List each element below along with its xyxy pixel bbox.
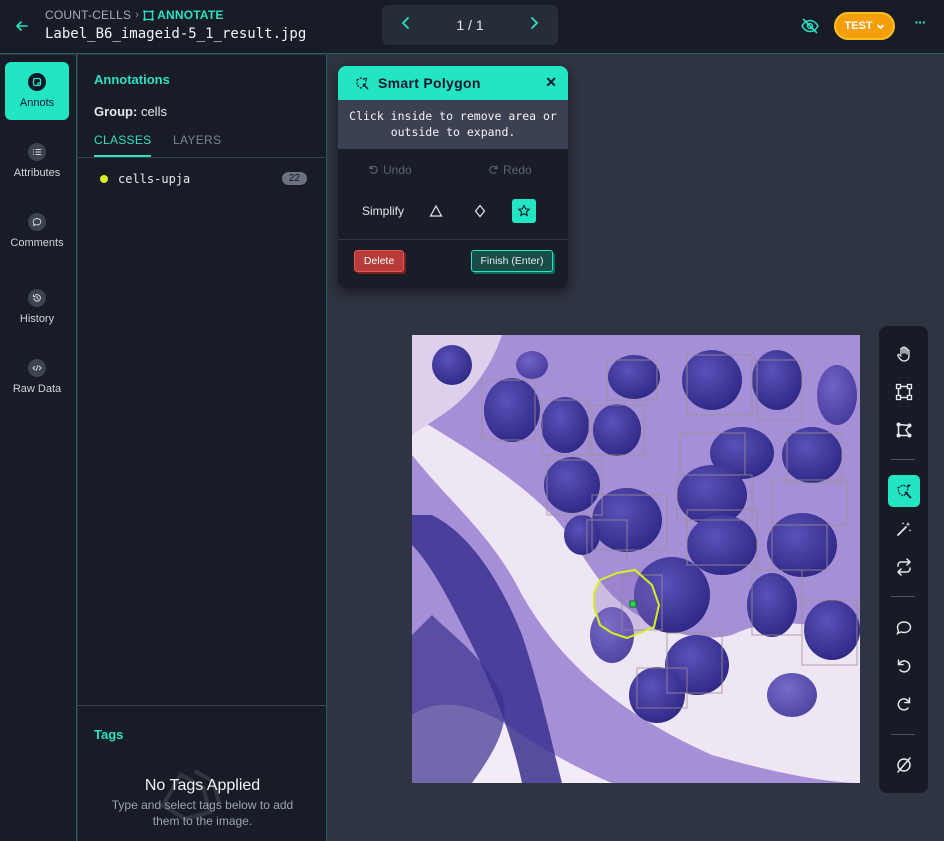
next-image-button[interactable] bbox=[524, 16, 544, 34]
simplify-label: Simplify bbox=[362, 204, 405, 218]
previous-image-button[interactable] bbox=[396, 16, 416, 34]
comment-icon bbox=[28, 213, 46, 231]
hide-annotations-icon[interactable] bbox=[888, 749, 920, 781]
code-icon bbox=[28, 359, 46, 377]
redo-icon[interactable] bbox=[888, 688, 920, 720]
nav-item-annots[interactable]: Annots bbox=[5, 62, 69, 120]
group-label: Group: bbox=[94, 104, 138, 119]
left-nav: Annots Attributes Comments History Raw D… bbox=[0, 55, 77, 841]
nav-label: Raw Data bbox=[12, 383, 62, 395]
chevron-right-icon: › bbox=[135, 9, 140, 21]
divider bbox=[338, 239, 568, 240]
breadcrumb-mode: ANNOTATE bbox=[143, 8, 223, 22]
list-icon bbox=[28, 143, 46, 161]
divider bbox=[891, 734, 915, 735]
no-tags-message: No Tags Applied bbox=[144, 777, 261, 794]
back-arrow-icon[interactable] bbox=[12, 16, 32, 36]
smart-polygon-icon bbox=[356, 77, 369, 90]
nav-item-raw-data[interactable]: Raw Data bbox=[5, 348, 69, 406]
page-counter: 1 / 1 bbox=[456, 17, 484, 33]
group-value: cells bbox=[140, 104, 167, 119]
group-info: Group: cells bbox=[94, 104, 167, 119]
nav-item-history[interactable]: History bbox=[5, 278, 69, 336]
eye-off-icon[interactable] bbox=[799, 15, 821, 37]
undo-label: Undo bbox=[383, 163, 412, 177]
image-pager: 1 / 1 bbox=[382, 5, 558, 45]
undo-icon[interactable] bbox=[888, 650, 920, 682]
tab-layers[interactable]: LAYERS bbox=[173, 133, 221, 155]
magic-wand-icon[interactable] bbox=[888, 513, 920, 545]
hand-icon[interactable] bbox=[888, 338, 920, 370]
no-tags-hint: Type and select tags below to add them t… bbox=[111, 798, 294, 828]
undo-icon bbox=[369, 165, 378, 174]
nav-label: Attributes bbox=[13, 167, 61, 179]
tab-classes[interactable]: CLASSES bbox=[94, 133, 152, 157]
breadcrumb: COUNT-CELLS › ANNOTATE bbox=[45, 8, 224, 22]
nav-item-comments[interactable]: Comments bbox=[5, 202, 69, 260]
divider bbox=[891, 459, 915, 460]
simplify-diamond-icon[interactable] bbox=[468, 199, 492, 223]
annotations-icon bbox=[28, 73, 46, 91]
class-color-dot bbox=[100, 175, 108, 183]
divider bbox=[891, 596, 915, 597]
smart-polygon-title: Smart Polygon bbox=[378, 75, 481, 91]
nav-label: Annots bbox=[19, 97, 55, 109]
test-label: TEST bbox=[844, 20, 873, 32]
history-icon bbox=[28, 289, 46, 307]
class-count-badge: 22 bbox=[281, 172, 307, 185]
smart-polygon-icon[interactable] bbox=[888, 475, 920, 507]
redo-icon bbox=[489, 165, 498, 174]
simplify-star-icon[interactable] bbox=[512, 199, 536, 223]
nav-item-attributes[interactable]: Attributes bbox=[5, 132, 69, 190]
smart-polygon-instruction: Click inside to remove area or outside t… bbox=[338, 100, 568, 149]
mode-label: ANNOTATE bbox=[157, 8, 224, 22]
finish-button[interactable]: Finish (Enter) bbox=[471, 250, 553, 272]
annotate-icon bbox=[143, 9, 154, 21]
test-dropdown-button[interactable]: TEST bbox=[834, 12, 895, 40]
class-name: cells-upja bbox=[118, 172, 191, 186]
repeat-icon[interactable] bbox=[888, 551, 920, 583]
divider bbox=[78, 705, 327, 706]
cell-image bbox=[412, 335, 860, 783]
top-bar: COUNT-CELLS › ANNOTATE Label_B6_imageid-… bbox=[0, 0, 944, 54]
tool-bar bbox=[879, 326, 928, 793]
annotations-panel: Annotations Group: cells CLASSES LAYERS … bbox=[78, 55, 327, 841]
redo-label: Redo bbox=[503, 163, 532, 177]
bounding-box-icon[interactable] bbox=[888, 376, 920, 408]
nav-label: Comments bbox=[10, 237, 64, 249]
more-menu-button[interactable]: ··· bbox=[910, 14, 930, 36]
redo-button[interactable]: Redo bbox=[488, 163, 532, 177]
breadcrumb-project[interactable]: COUNT-CELLS bbox=[45, 8, 131, 22]
undo-button[interactable]: Undo bbox=[368, 163, 412, 177]
nav-label: History bbox=[19, 313, 55, 325]
file-name: Label_B6_imageid-5_1_result.jpg bbox=[45, 26, 307, 42]
annotation-canvas[interactable] bbox=[412, 335, 860, 783]
class-item[interactable]: cells-upja 22 bbox=[94, 169, 313, 189]
tags-title: Tags bbox=[94, 727, 124, 742]
delete-button[interactable]: Delete bbox=[354, 250, 404, 272]
comment-icon[interactable] bbox=[888, 612, 920, 644]
smart-polygon-popup: Smart Polygon ✕ Click inside to remove a… bbox=[338, 66, 568, 288]
close-icon[interactable]: ✕ bbox=[545, 74, 557, 91]
polygon-icon[interactable] bbox=[888, 414, 920, 446]
simplify-triangle-icon[interactable] bbox=[424, 199, 448, 223]
panel-title: Annotations bbox=[94, 72, 170, 87]
panel-tabs: CLASSES LAYERS bbox=[78, 133, 327, 158]
chevron-down-icon bbox=[876, 23, 884, 29]
smart-polygon-header: Smart Polygon ✕ bbox=[338, 66, 568, 100]
